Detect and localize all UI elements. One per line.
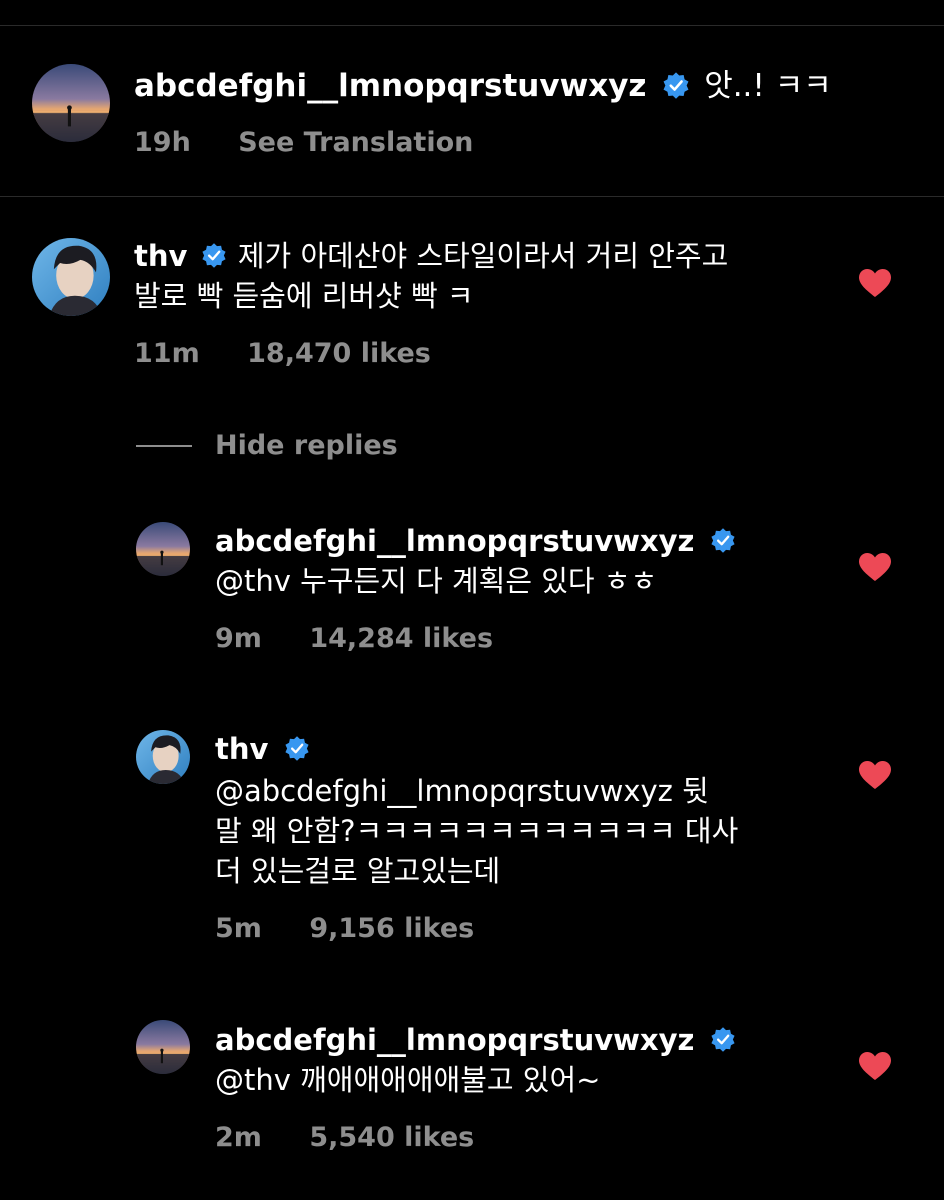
avatar-thv[interactable] — [32, 238, 110, 316]
reply1-header: abcdefghi__lmnopqrstuvwxyz — [215, 521, 736, 561]
heart-icon[interactable] — [858, 760, 892, 790]
reply3-meta: 2m 5,540 likes — [215, 1119, 474, 1157]
reply1-likes[interactable]: 14,284 likes — [309, 623, 493, 654]
heart-icon[interactable] — [858, 268, 892, 298]
verified-badge-icon — [710, 527, 736, 553]
top-divider — [0, 25, 944, 26]
main-comment-line1: thv 제가 아데산야 스타일이라서 거리 안주고 — [134, 236, 728, 276]
reply2-text-line2: 말 왜 안함?ㅋㅋㅋㅋㅋㅋㅋㅋㅋㅋㅋㅋ 대사 — [215, 814, 739, 848]
reply2-avatar[interactable] — [136, 730, 190, 784]
heart-icon[interactable] — [858, 552, 892, 582]
reply3-username[interactable]: abcdefghi__lmnopqrstuvwxyz — [215, 1023, 694, 1057]
reply2-text-line1: @abcdefghi__lmnopqrstuvwxyz 뒷 — [215, 774, 709, 808]
reply1-username[interactable]: abcdefghi__lmnopqrstuvwxyz — [215, 524, 694, 558]
verified-badge-icon — [284, 735, 310, 761]
reply1-meta: 9m 14,284 likes — [215, 620, 493, 658]
hide-replies-line — [136, 445, 192, 447]
top-comment-header: abcdefghi__lmnopqrstuvwxyz 앗..! ㅋㅋ — [134, 66, 832, 106]
section-divider — [0, 196, 944, 197]
reply2-username[interactable]: thv — [215, 732, 268, 766]
reply1-text: @thv 누구든지 다 계획은 있다 ㅎㅎ — [215, 564, 658, 598]
person-avatar-image — [32, 238, 110, 316]
reply2-text-line3: 더 있는걸로 알고있는데 — [215, 854, 501, 888]
reply1-avatar[interactable] — [136, 522, 190, 576]
reply2-header: thv — [215, 729, 310, 769]
top-comment-meta: 19h See Translation — [134, 124, 473, 162]
verified-badge-icon — [710, 1026, 736, 1052]
main-comment-meta: 11m 18,470 likes — [134, 335, 431, 373]
reply2-likes[interactable]: 9,156 likes — [309, 913, 474, 944]
top-comment-text: 앗..! ㅋㅋ — [704, 68, 832, 104]
reply1-time: 9m — [215, 623, 262, 654]
reply2-time: 5m — [215, 913, 262, 944]
main-comment-likes[interactable]: 18,470 likes — [247, 338, 431, 369]
top-comment-time: 19h — [134, 127, 191, 158]
sunset-avatar-image — [136, 522, 190, 576]
reply3-time: 2m — [215, 1122, 262, 1153]
main-comment-text-line1: 제가 아데산야 스타일이라서 거리 안주고 — [237, 239, 729, 273]
reply3-avatar[interactable] — [136, 1020, 190, 1074]
see-translation-link[interactable]: See Translation — [238, 127, 473, 158]
top-comment-username[interactable]: abcdefghi__lmnopqrstuvwxyz — [134, 68, 646, 104]
main-comment-text-line2: 발로 빡 듣숨에 리버샷 빡 ㅋ — [134, 279, 474, 313]
avatar-sunset[interactable] — [32, 64, 110, 142]
sunset-avatar-image — [136, 1020, 190, 1074]
main-comment-time: 11m — [134, 338, 200, 369]
person-avatar-image — [136, 730, 190, 784]
verified-badge-icon — [201, 242, 227, 268]
main-comment-username[interactable]: thv — [134, 239, 187, 273]
reply2-meta: 5m 9,156 likes — [215, 910, 474, 948]
reply3-text: @thv 깨애애애애애불고 있어~ — [215, 1063, 601, 1097]
reply3-likes[interactable]: 5,540 likes — [309, 1122, 474, 1153]
reply3-header: abcdefghi__lmnopqrstuvwxyz — [215, 1020, 736, 1060]
hide-replies-button[interactable]: Hide replies — [215, 427, 398, 465]
heart-icon[interactable] — [858, 1051, 892, 1081]
verified-badge-icon — [662, 71, 690, 99]
sunset-avatar-image — [32, 64, 110, 142]
